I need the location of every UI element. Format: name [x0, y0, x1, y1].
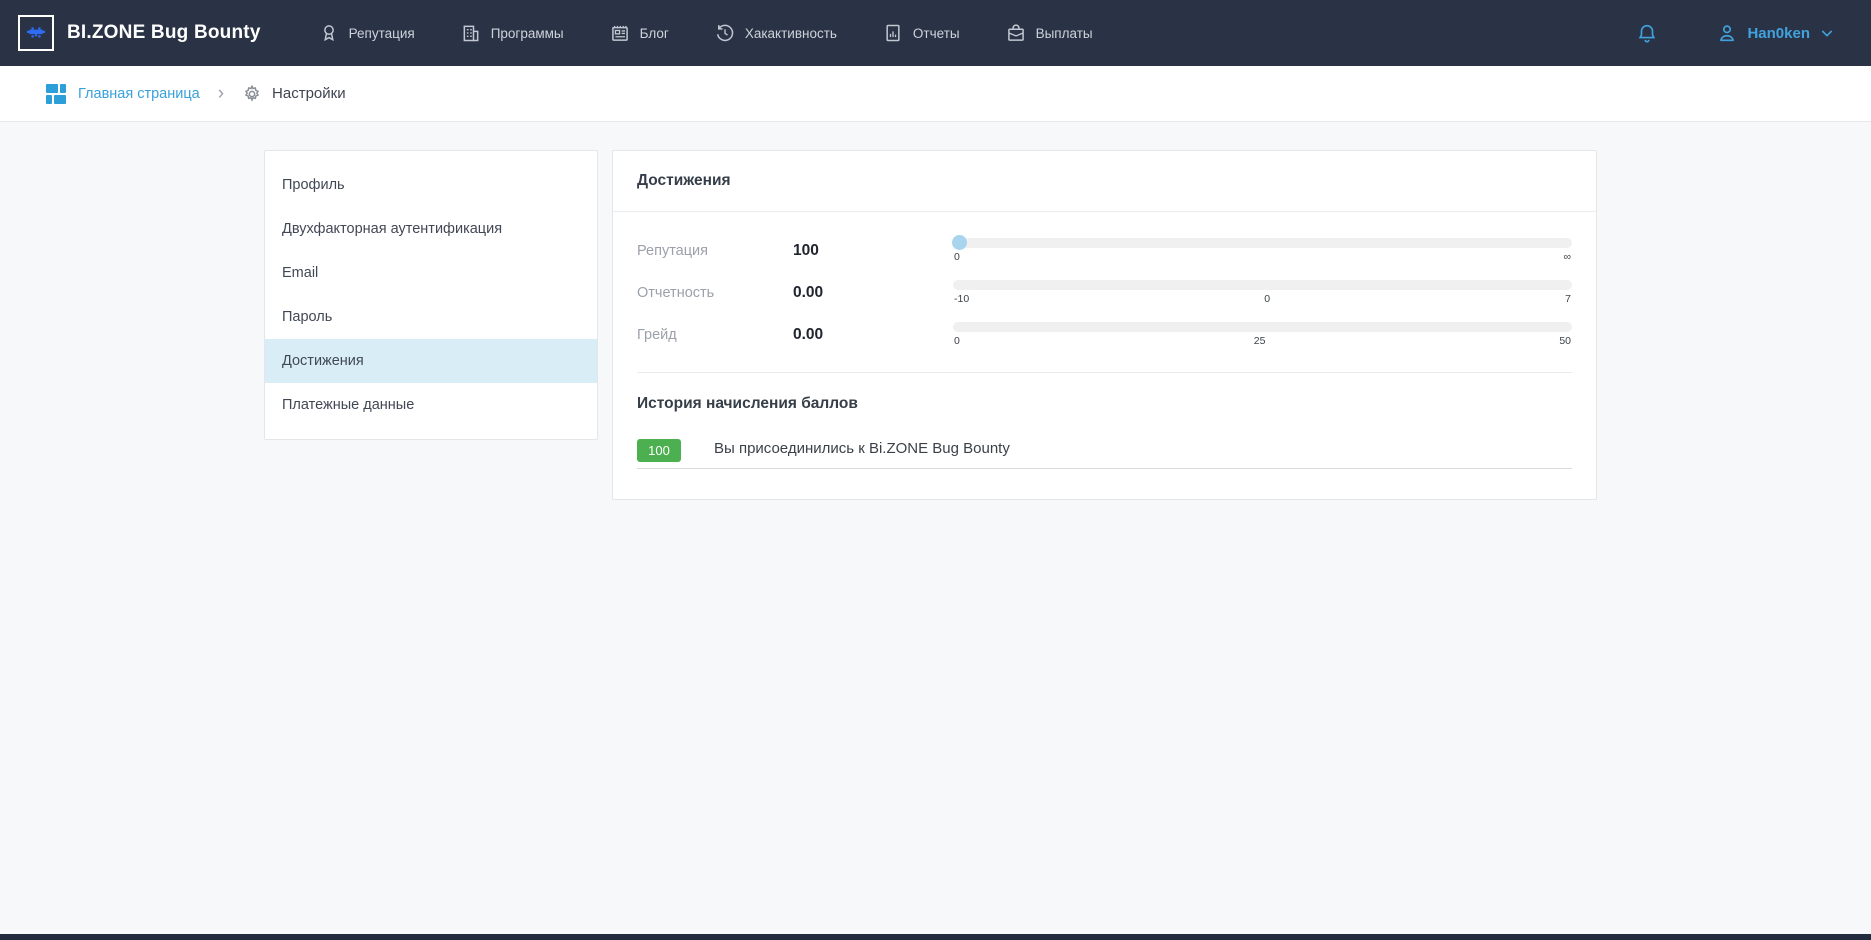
sidebar-item-payment-data[interactable]: Платежные данные: [265, 383, 597, 427]
metric-label: Грейд: [637, 322, 793, 343]
reputation-slider: 0 ∞: [953, 238, 1572, 263]
nav-item-payouts[interactable]: Выплаты: [1006, 23, 1093, 43]
username: Han0ken: [1747, 25, 1810, 42]
settings-sidebar: Профиль Двухфакторная аутентификация Ema…: [264, 150, 598, 440]
nav-item-label: Блог: [640, 26, 669, 41]
tick-max: 7: [1565, 293, 1571, 305]
history-icon: [715, 23, 735, 43]
nav-item-programs[interactable]: Программы: [461, 23, 564, 43]
chevron-right-icon: ›: [218, 84, 224, 103]
nav-item-label: Репутация: [349, 26, 415, 41]
slider-ticks: -10 0 7: [953, 293, 1572, 305]
tick-max: 50: [1559, 335, 1571, 347]
blog-icon: [610, 23, 630, 43]
chevron-down-icon: [1819, 25, 1835, 41]
nav-item-reports[interactable]: Отчеты: [883, 23, 960, 43]
user-menu[interactable]: Han0ken: [1716, 22, 1835, 44]
sidebar-item-2fa[interactable]: Двухфакторная аутентификация: [265, 207, 597, 251]
building-icon: [461, 23, 481, 43]
metric-label: Репутация: [637, 238, 793, 259]
metric-value: 0.00: [793, 280, 953, 302]
panel-body: Репутация 100 0 ∞ Отчетность 0.00: [613, 212, 1596, 499]
breadcrumb: Главная страница › Настройки: [0, 66, 1871, 122]
breadcrumb-home-link[interactable]: Главная страница: [44, 82, 200, 106]
top-navbar: BI.ZONE Bug Bounty Репутация Программы: [0, 0, 1871, 66]
sidebar-item-profile[interactable]: Профиль: [265, 163, 597, 207]
sidebar-item-achievements[interactable]: Достижения: [265, 339, 597, 383]
navbar-right: Han0ken: [1636, 22, 1835, 44]
nav-item-label: Отчеты: [913, 26, 960, 41]
bug-logo-icon: [18, 15, 54, 51]
settings-content: Профиль Двухфакторная аутентификация Ema…: [264, 150, 1597, 500]
metric-row-grade: Грейд 0.00 0 25 50: [637, 322, 1572, 355]
section-divider: [637, 372, 1572, 373]
user-icon: [1716, 22, 1738, 44]
nav-item-hackactivity[interactable]: Хакактивность: [715, 23, 837, 43]
history-entry-text: Вы присоединились к Bi.ZONE Bug Bounty: [714, 440, 1010, 461]
slider-track: [953, 322, 1572, 332]
sidebar-item-password[interactable]: Пароль: [265, 295, 597, 339]
metric-value: 0.00: [793, 322, 953, 344]
notifications-button[interactable]: [1636, 22, 1658, 44]
breadcrumb-current-label: Настройки: [272, 85, 346, 102]
points-badge: 100: [637, 439, 681, 462]
breadcrumb-current: Настройки: [242, 84, 346, 104]
achievements-panel: Достижения Репутация 100 0 ∞ Отчетн: [612, 150, 1597, 500]
sidebar-item-email[interactable]: Email: [265, 251, 597, 295]
brand-title: BI.ZONE Bug Bounty: [67, 22, 261, 44]
brand-logo[interactable]: BI.ZONE Bug Bounty: [18, 15, 261, 51]
dashboard-grid-icon: [44, 82, 68, 106]
slider-track: [953, 280, 1572, 290]
gear-icon: [242, 84, 262, 104]
metric-row-reputation: Репутация 100 0 ∞: [637, 238, 1572, 271]
history-entry: 100 Вы присоединились к Bi.ZONE Bug Boun…: [637, 439, 1572, 469]
metric-label: Отчетность: [637, 280, 793, 301]
slider-ticks: 0 ∞: [953, 251, 1572, 263]
nav-item-label: Выплаты: [1036, 26, 1093, 41]
payouts-icon: [1006, 23, 1026, 43]
tick-mid: 0: [1264, 293, 1270, 305]
nav-item-reputation[interactable]: Репутация: [319, 23, 415, 43]
slider-track: [953, 238, 1572, 248]
report-icon: [883, 23, 903, 43]
history-title: История начисления баллов: [637, 395, 1572, 413]
tick-min: -10: [954, 293, 969, 305]
breadcrumb-home-label: Главная страница: [78, 86, 200, 102]
tick-mid: 25: [1254, 335, 1266, 347]
nav-item-label: Программы: [491, 26, 564, 41]
metric-row-reporting: Отчетность 0.00 -10 0 7: [637, 280, 1572, 313]
footer-edge: [0, 934, 1871, 940]
tick-max: ∞: [1564, 251, 1572, 263]
nav-item-blog[interactable]: Блог: [610, 23, 669, 43]
main-navigation: Репутация Программы Блог: [319, 23, 1093, 43]
slider-thumb[interactable]: [952, 235, 967, 250]
panel-title: Достижения: [613, 151, 1596, 212]
nav-item-label: Хакактивность: [745, 26, 837, 41]
tick-min: 0: [954, 251, 960, 263]
medal-icon: [319, 23, 339, 43]
bell-icon: [1636, 22, 1658, 44]
reporting-slider: -10 0 7: [953, 280, 1572, 305]
tick-min: 0: [954, 335, 960, 347]
slider-ticks: 0 25 50: [953, 335, 1572, 347]
grade-slider: 0 25 50: [953, 322, 1572, 347]
metric-value: 100: [793, 238, 953, 260]
